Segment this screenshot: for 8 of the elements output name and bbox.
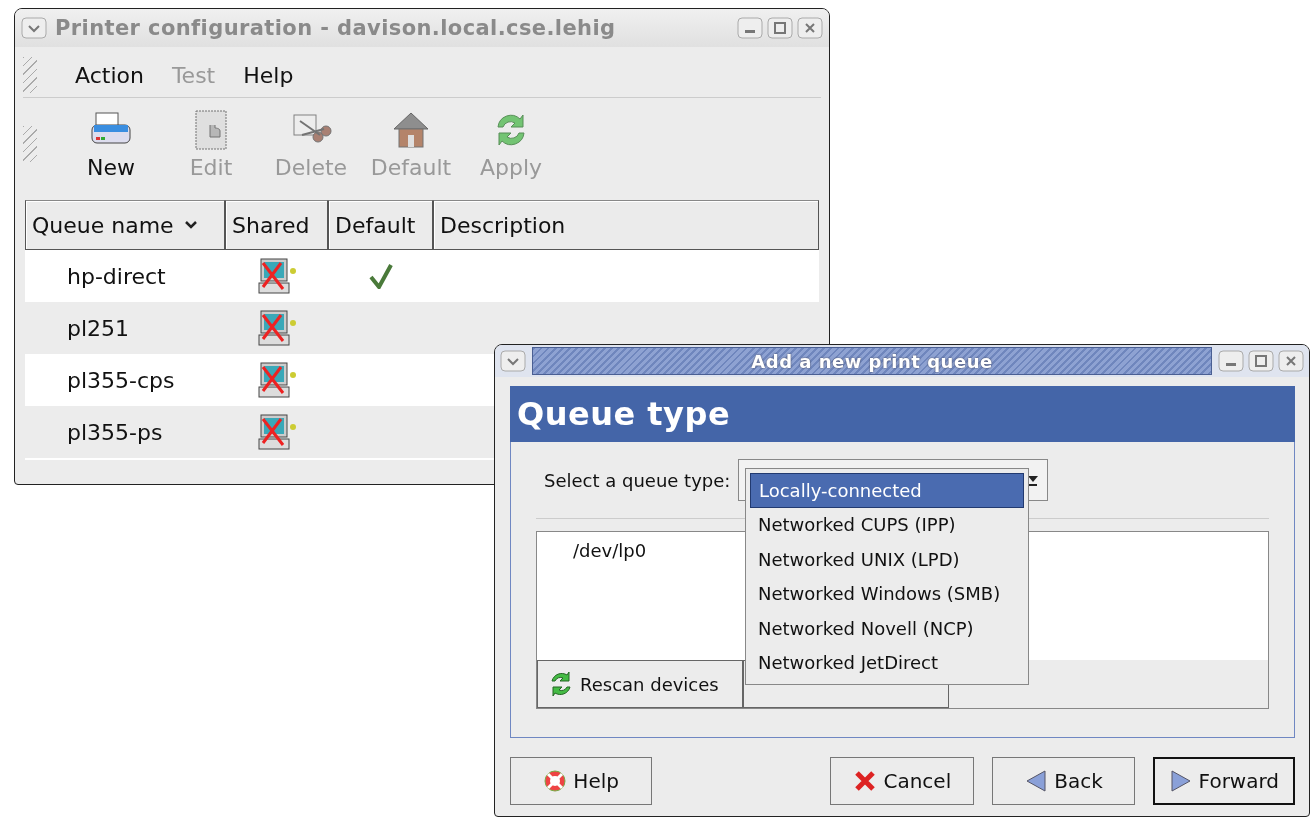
queue-name: pl355-cps bbox=[66, 367, 176, 393]
queue-name: pl355-ps bbox=[66, 419, 164, 445]
window-title: Add a new print queue bbox=[751, 350, 993, 372]
window-title: Printer configuration - davison.local.cse.lehig bbox=[55, 16, 617, 40]
queue-name: pl251 bbox=[66, 315, 131, 341]
page-heading: Queue type bbox=[517, 395, 731, 433]
queue-name: hp-direct bbox=[66, 263, 167, 289]
field-label: Select a queue type: bbox=[544, 469, 731, 491]
